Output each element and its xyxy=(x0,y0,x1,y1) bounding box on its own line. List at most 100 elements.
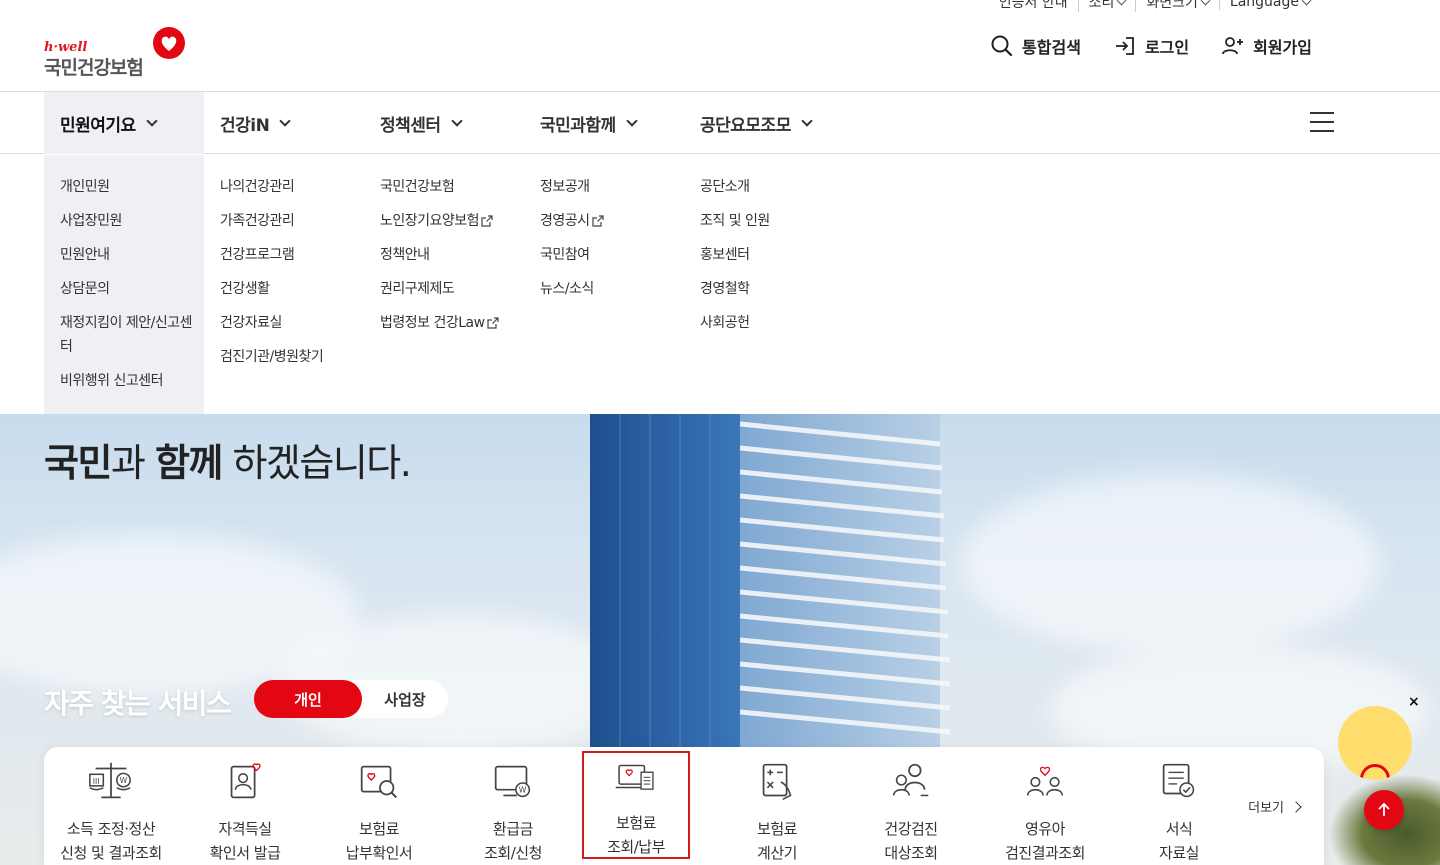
service-label: 자격득실 확인서 발급 xyxy=(209,820,281,862)
mega-col-together: 정보공개 경영공시 국민참여 뉴스/소식 xyxy=(524,155,684,414)
login-link[interactable]: 로그인 xyxy=(1113,34,1189,58)
login-icon xyxy=(1115,37,1134,55)
login-label: 로그인 xyxy=(1144,38,1190,57)
service-forms[interactable]: 서식 자료실 xyxy=(1112,747,1246,865)
people-icon xyxy=(892,763,929,797)
service-label: 소득 조정·정산 신청 및 결과조회 xyxy=(60,820,162,862)
scroll-top-button[interactable] xyxy=(1364,790,1404,830)
monitor-won-icon: W xyxy=(494,765,531,798)
menu-item[interactable]: 건강생활 xyxy=(220,277,348,301)
gnb-item-civil[interactable]: 민원여기요 xyxy=(44,92,204,154)
menu-item[interactable]: 건강프로그램 xyxy=(220,243,348,267)
service-label: 보험료 납부확인서 xyxy=(345,820,413,862)
menu-item[interactable]: 검진기관/병원찾기 xyxy=(220,345,348,369)
service-label: 환급금 조회/신청 xyxy=(484,820,542,862)
calculator-icon xyxy=(762,763,792,800)
menu-item[interactable]: 건강자료실 xyxy=(220,311,348,335)
menu-item[interactable]: 경영철학 xyxy=(700,277,828,301)
hero-headline: 국민과 함께 하겠습니다. xyxy=(44,441,412,485)
more-button[interactable]: 더보기 xyxy=(1248,797,1302,816)
menu-item[interactable]: 재정지킴이 제안/신고센터 xyxy=(60,311,194,359)
menu-item[interactable]: 가족건강관리 xyxy=(220,209,348,233)
toggle-business[interactable]: 사업장 xyxy=(362,680,448,718)
toggle-personal[interactable]: 개인 xyxy=(254,680,362,718)
util-language[interactable]: Language xyxy=(1218,0,1320,10)
heart-icon xyxy=(153,27,185,59)
site-logo[interactable]: h·well 국민건강보험 xyxy=(44,26,194,79)
service-eligibility-certificate[interactable]: 자격득실 확인서 발급 xyxy=(178,747,312,865)
main-navigation: 민원여기요 건강iN 정책센터 국민과함께 공단요모조모 xyxy=(0,92,1440,154)
service-checkup-target[interactable]: 건강검진 대상조회 xyxy=(844,747,978,865)
menu-item[interactable]: 개인민원 xyxy=(60,175,188,199)
svg-text:W: W xyxy=(519,786,527,795)
menu-item[interactable]: 국민건강보험 xyxy=(380,175,508,199)
gnb-item-together[interactable]: 국민과함께 xyxy=(524,92,684,154)
chevron-down-icon xyxy=(801,114,813,127)
util-screen-size[interactable]: 화면크기 xyxy=(1135,0,1219,12)
menu-item[interactable]: 조직 및 인원 xyxy=(700,209,828,233)
service-premium-calculator[interactable]: 보험료 계산기 xyxy=(710,747,844,865)
hamburger-menu-icon[interactable] xyxy=(1310,112,1334,132)
chevron-down-icon xyxy=(626,114,638,127)
external-link-icon xyxy=(481,215,493,227)
util-sound[interactable]: 소리 xyxy=(1077,0,1136,12)
service-payment-certificate[interactable]: 보험료 납부확인서 xyxy=(312,747,446,865)
services-title: 자주 찾는 서비스 xyxy=(44,687,232,720)
menu-item[interactable]: 공단소개 xyxy=(700,175,828,199)
svg-text:III: III xyxy=(93,777,100,786)
cloud-decoration xyxy=(960,474,1380,654)
mega-col-about: 공단소개 조직 및 인원 홍보센터 경영철학 사회공헌 xyxy=(684,155,844,414)
signup-link[interactable]: 회원가입 xyxy=(1221,34,1312,58)
menu-item[interactable]: 뉴스/소식 xyxy=(540,277,668,301)
service-income-adjustment[interactable]: III W 소득 조정·정산 신청 및 결과조회 xyxy=(44,747,178,865)
menu-item[interactable]: 노인장기요양보험 xyxy=(380,209,508,233)
logo-name: 국민건강보험 xyxy=(44,57,144,79)
service-premium-payment[interactable]: 보험료 조회/납부 xyxy=(582,751,690,859)
gnb-item-about[interactable]: 공단요모조모 xyxy=(684,92,844,154)
mega-col-policy: 국민건강보험 노인장기요양보험 정책안내 권리구제제도 법령정보 건강Law xyxy=(364,155,524,414)
header-links: 통합검색 로그인 회원가입 xyxy=(990,34,1312,58)
mega-col-civil: 개인민원 사업장민원 민원안내 상담문의 재정지킴이 제안/신고센터 비위행위 … xyxy=(44,155,204,414)
chevron-down-icon xyxy=(1301,0,1312,5)
menu-item[interactable]: 정책안내 xyxy=(380,243,508,267)
menu-item[interactable]: 나의건강관리 xyxy=(220,175,348,199)
gnb-item-health[interactable]: 건강iN xyxy=(204,92,364,154)
menu-item[interactable]: 민원안내 xyxy=(60,243,188,267)
svg-text:W: W xyxy=(120,776,128,785)
hero-section: 국민과 함께 하겠습니다. 자주 찾는 서비스 개인 사업장 III W 소득 조… xyxy=(0,414,1440,865)
arrow-up-icon xyxy=(1378,802,1390,816)
mega-menu: 개인민원 사업장민원 민원안내 상담문의 재정지킴이 제안/신고센터 비위행위 … xyxy=(0,155,1440,414)
menu-item[interactable]: 상담문의 xyxy=(60,277,188,301)
document-search-icon xyxy=(360,765,397,799)
menu-item[interactable]: 비위행위 신고센터 xyxy=(60,369,188,393)
chatbot-bubble[interactable] xyxy=(1338,706,1412,780)
laptop-document-icon xyxy=(615,764,654,790)
document-check-icon xyxy=(1162,763,1195,798)
signup-label: 회원가입 xyxy=(1253,38,1312,57)
services-panel: III W 소득 조정·정산 신청 및 결과조회 자격득실 확인서 발급 보험료 … xyxy=(44,747,1324,865)
menu-item[interactable]: 권리구제제도 xyxy=(380,277,508,301)
gnb-item-policy[interactable]: 정책센터 xyxy=(364,92,524,154)
service-label: 영유아 검진결과조회 xyxy=(1005,820,1085,862)
menu-item[interactable]: 법령정보 건강Law xyxy=(380,311,508,335)
service-refund[interactable]: W 환급금 조회/신청 xyxy=(446,747,580,865)
scale-icon: III W xyxy=(89,762,131,799)
menu-item[interactable]: 정보공개 xyxy=(540,175,668,199)
search-link[interactable]: 통합검색 xyxy=(990,34,1081,58)
service-label: 보험료 조회/납부 xyxy=(607,814,665,856)
menu-item[interactable]: 국민참여 xyxy=(540,243,668,267)
services-toggle: 개인 사업장 xyxy=(254,680,448,718)
search-label: 통합검색 xyxy=(1022,38,1081,57)
hq-building-image xyxy=(590,414,950,754)
search-icon xyxy=(991,35,1013,57)
util-certificate[interactable]: 인증서 안내 xyxy=(989,0,1078,12)
family-heart-icon xyxy=(1026,766,1064,796)
menu-item[interactable]: 경영공시 xyxy=(540,209,668,233)
menu-item[interactable]: 홍보센터 xyxy=(700,243,828,267)
menu-item[interactable]: 사업장민원 xyxy=(60,209,188,233)
close-icon[interactable]: × xyxy=(1408,694,1420,710)
chevron-down-icon xyxy=(146,114,158,127)
menu-item[interactable]: 사회공헌 xyxy=(700,311,828,335)
chevron-down-icon xyxy=(1200,0,1211,5)
service-infant-checkup[interactable]: 영유아 검진결과조회 xyxy=(978,747,1112,865)
